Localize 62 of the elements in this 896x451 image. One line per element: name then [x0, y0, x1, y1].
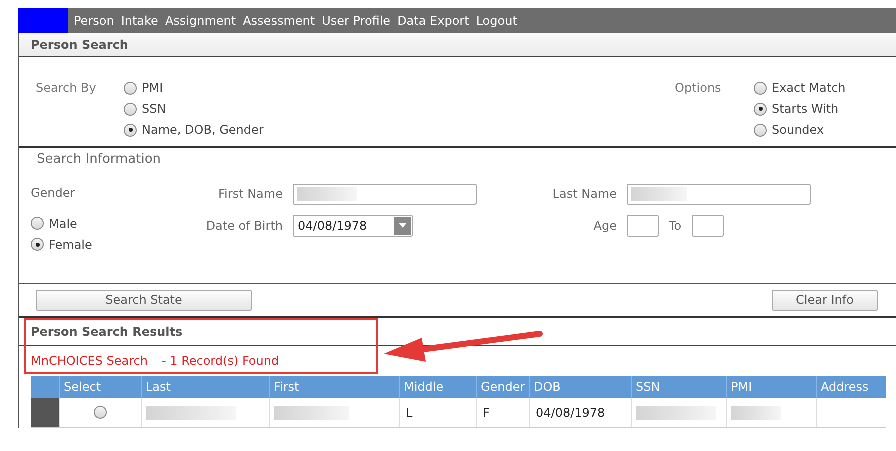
results-title: Person Search Results [31, 324, 183, 340]
nav-link[interactable]: Assignment [165, 12, 236, 30]
radio-button[interactable] [124, 102, 137, 116]
section-title: Search Information [37, 152, 162, 167]
nav-link[interactable]: Logout [476, 12, 518, 30]
first-name-field[interactable] [293, 184, 477, 204]
nav-link[interactable]: Assessment [243, 12, 316, 30]
nav-link[interactable]: Person [74, 12, 114, 30]
field-label: Age [592, 218, 617, 234]
column-header[interactable]: DOB [529, 376, 631, 398]
field-label: To [669, 218, 682, 234]
blurred-text [631, 187, 687, 201]
search-state-button[interactable]: Search State [36, 290, 252, 310]
age-to-field[interactable] [692, 214, 724, 236]
radio-label: Female [49, 236, 92, 254]
last-name-field[interactable] [627, 184, 811, 204]
gender-label: Gender [31, 184, 76, 202]
radio-label: Starts With [772, 101, 839, 118]
age-from-field[interactable] [627, 214, 659, 236]
field-label: Date of Birth [205, 218, 283, 234]
radio-label: Name, DOB, Gender [142, 122, 264, 139]
nav-link[interactable]: User Profile [322, 12, 391, 30]
table-cell: F [476, 398, 529, 427]
field-label: Last Name [552, 186, 617, 203]
radio-label: SSN [142, 101, 166, 118]
clear-info-button[interactable]: Clear Info [772, 290, 878, 310]
radio-button[interactable] [754, 82, 767, 94]
radio-button[interactable] [31, 238, 44, 251]
column-header[interactable]: First [269, 376, 399, 398]
radio-button[interactable] [31, 217, 44, 230]
table-cell: L [399, 398, 476, 427]
radio-label: Male [49, 216, 78, 232]
nav-link[interactable]: Data Export [398, 12, 470, 30]
logo-block [18, 8, 68, 33]
radio-button[interactable] [124, 82, 137, 94]
row-indicator [31, 398, 59, 427]
options-label: Options [675, 80, 722, 97]
column-header[interactable]: SSN [631, 376, 726, 398]
search-by-label: Search By [36, 80, 98, 97]
radio-button[interactable] [94, 406, 107, 419]
column-header[interactable]: Middle [399, 376, 476, 398]
radio-button[interactable] [124, 124, 137, 136]
radio-button[interactable] [754, 124, 767, 136]
date-field[interactable]: 04/08/1978 [293, 214, 413, 236]
radio-label: Soundex [772, 122, 824, 139]
dropdown-icon[interactable] [394, 216, 411, 234]
column-header[interactable]: Select [59, 376, 141, 398]
blurred-text [297, 187, 357, 201]
radio-label: Exact Match [772, 80, 846, 97]
radio-label: PMI [142, 80, 164, 97]
column-header[interactable]: Last [141, 376, 269, 398]
table-cell: 04/08/1978 [529, 398, 631, 427]
column-header[interactable]: Address [816, 376, 886, 398]
field-label: First Name [218, 186, 283, 203]
panel-title: Person Search [31, 36, 128, 54]
column-header[interactable]: PMI [726, 376, 816, 398]
results-source: MnCHOICES Search [31, 353, 148, 370]
blurred-text [731, 406, 781, 420]
nav-link[interactable]: Intake [121, 12, 158, 30]
results-count: - 1 Record(s) Found [162, 353, 280, 370]
column-header[interactable]: Gender [476, 376, 529, 398]
radio-button[interactable] [754, 102, 767, 116]
